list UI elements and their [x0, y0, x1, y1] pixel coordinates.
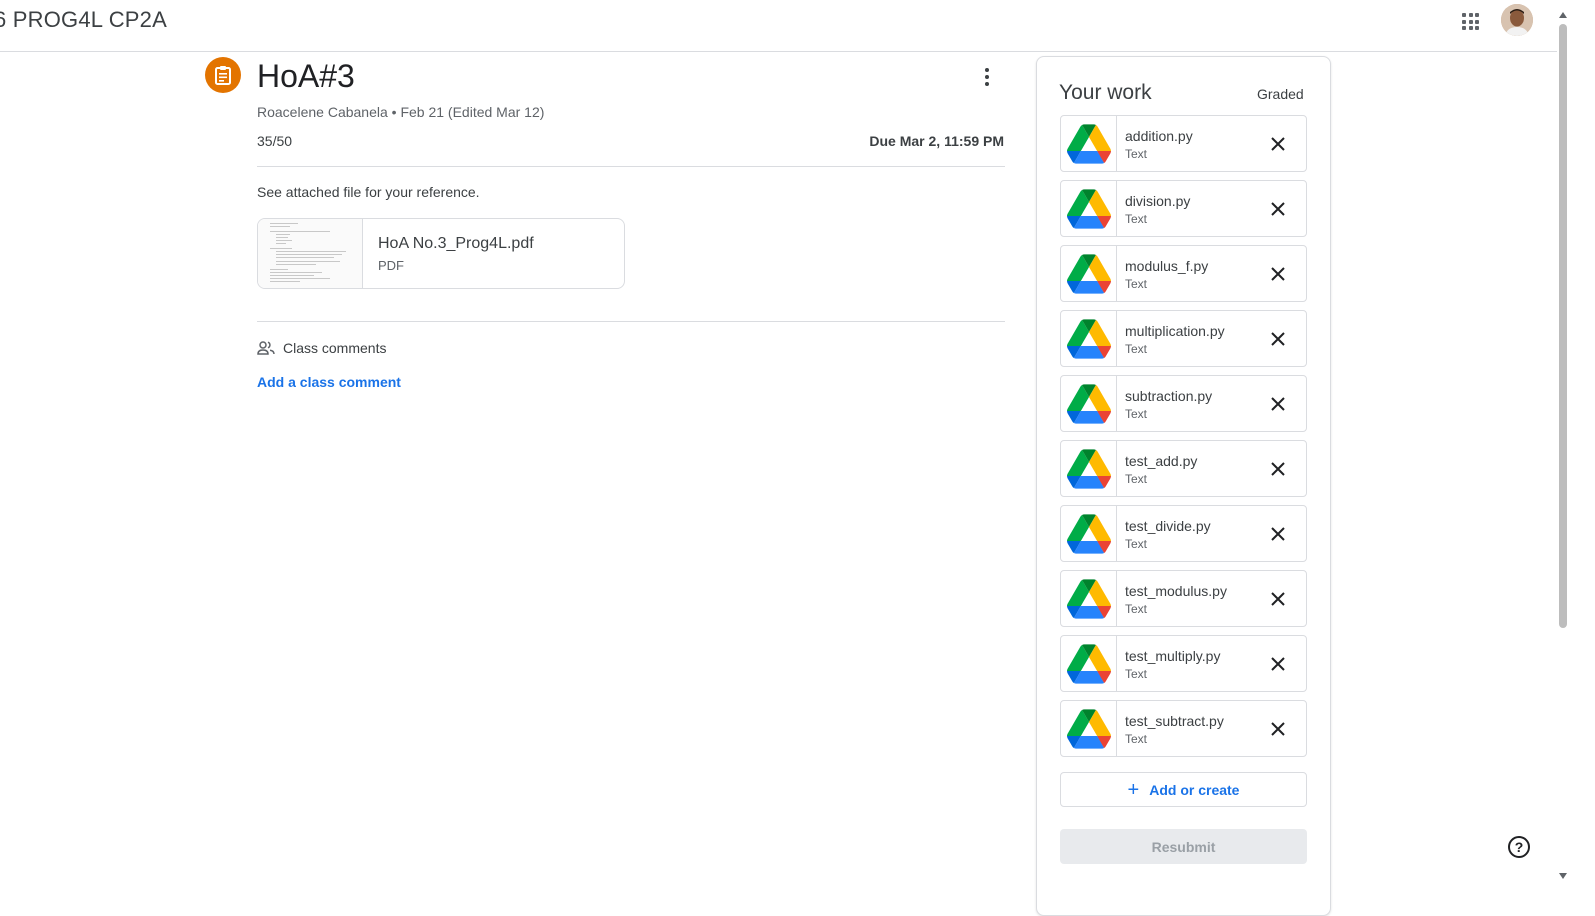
google-drive-icon: [1061, 116, 1117, 171]
class-comments-label: Class comments: [283, 340, 387, 356]
file-type: Text: [1125, 147, 1148, 161]
file-name: modulus_f.py: [1125, 258, 1209, 274]
remove-file-icon[interactable]: [1266, 262, 1290, 286]
file-name: test_add.py: [1125, 453, 1198, 469]
file-card[interactable]: test_subtract.py Text: [1060, 700, 1307, 757]
google-drive-icon: [1061, 311, 1117, 366]
remove-file-icon[interactable]: [1266, 587, 1290, 611]
remove-file-icon[interactable]: [1266, 457, 1290, 481]
add-or-create-button[interactable]: + Add or create: [1060, 772, 1307, 807]
more-options-icon[interactable]: [972, 62, 1002, 92]
course-title[interactable]: 6 PROG4L CP2A: [0, 7, 167, 33]
file-card[interactable]: test_add.py Text: [1060, 440, 1307, 497]
file-type: Text: [1125, 537, 1148, 551]
file-type: Text: [1125, 212, 1148, 226]
remove-file-icon[interactable]: [1266, 327, 1290, 351]
your-work-title: Your work: [1059, 81, 1152, 104]
file-name: multiplication.py: [1125, 323, 1225, 339]
google-drive-icon: [1061, 246, 1117, 301]
due-date: Due Mar 2, 11:59 PM: [869, 133, 1004, 149]
assignment-meta: Roacelene Cabanela • Feb 21 (Edited Mar …: [257, 104, 545, 120]
google-apps-icon[interactable]: [1457, 8, 1483, 34]
file-type: Text: [1125, 407, 1148, 421]
remove-file-icon[interactable]: [1266, 392, 1290, 416]
file-type: Text: [1125, 602, 1148, 616]
work-status: Graded: [1257, 86, 1304, 102]
file-card[interactable]: test_divide.py Text: [1060, 505, 1307, 562]
file-name: test_divide.py: [1125, 518, 1211, 534]
top-bar: 6 PROG4L CP2A: [0, 0, 1557, 52]
avatar[interactable]: [1501, 4, 1533, 36]
file-type: Text: [1125, 342, 1148, 356]
remove-file-icon[interactable]: [1266, 197, 1290, 221]
assignment-title: HoA#3: [257, 58, 355, 94]
file-card[interactable]: division.py Text: [1060, 180, 1307, 237]
file-name: test_multiply.py: [1125, 648, 1221, 664]
google-drive-icon: [1061, 636, 1117, 691]
add-class-comment-link[interactable]: Add a class comment: [257, 374, 401, 390]
file-type: Text: [1125, 732, 1148, 746]
file-name: subtraction.py: [1125, 388, 1213, 404]
google-drive-icon: [1061, 376, 1117, 431]
divider: [257, 321, 1005, 322]
scrollbar-thumb[interactable]: [1559, 24, 1567, 628]
google-drive-icon: [1061, 441, 1117, 496]
remove-file-icon[interactable]: [1266, 522, 1290, 546]
remove-file-icon[interactable]: [1266, 717, 1290, 741]
file-name: addition.py: [1125, 128, 1193, 144]
file-card[interactable]: test_modulus.py Text: [1060, 570, 1307, 627]
user-avatar-icon: [1501, 4, 1533, 36]
file-name: test_modulus.py: [1125, 583, 1227, 599]
google-drive-icon: [1061, 506, 1117, 561]
google-drive-icon: [1061, 181, 1117, 236]
file-type: Text: [1125, 472, 1148, 486]
scroll-down-arrow-icon[interactable]: [1559, 873, 1567, 879]
plus-icon: +: [1127, 778, 1140, 801]
file-type: Text: [1125, 277, 1148, 291]
people-icon: [257, 341, 275, 355]
remove-file-icon[interactable]: [1266, 652, 1290, 676]
file-card[interactable]: multiplication.py Text: [1060, 310, 1307, 367]
google-drive-icon: [1061, 701, 1117, 756]
divider: [257, 166, 1005, 167]
attachment-type: PDF: [378, 258, 404, 273]
help-icon[interactable]: ?: [1508, 836, 1530, 858]
pdf-thumbnail: [258, 219, 363, 288]
assignment-icon: [205, 57, 241, 93]
file-card[interactable]: modulus_f.py Text: [1060, 245, 1307, 302]
scroll-up-arrow-icon[interactable]: [1559, 12, 1567, 18]
assignment-points: 35/50: [257, 133, 293, 149]
file-type: Text: [1125, 667, 1148, 681]
file-card[interactable]: test_multiply.py Text: [1060, 635, 1307, 692]
file-card[interactable]: subtraction.py Text: [1060, 375, 1307, 432]
resubmit-button[interactable]: Resubmit: [1060, 829, 1307, 864]
file-name: test_subtract.py: [1125, 713, 1224, 729]
remove-file-icon[interactable]: [1266, 132, 1290, 156]
attachment-name: HoA No.3_Prog4L.pdf: [378, 235, 534, 252]
file-card[interactable]: addition.py Text: [1060, 115, 1307, 172]
attachment-card[interactable]: HoA No.3_Prog4L.pdf PDF: [257, 218, 625, 289]
assignment-instructions: See attached file for your reference.: [257, 184, 480, 200]
google-drive-icon: [1061, 571, 1117, 626]
add-or-create-label: Add or create: [1149, 781, 1240, 798]
file-name: division.py: [1125, 193, 1191, 209]
